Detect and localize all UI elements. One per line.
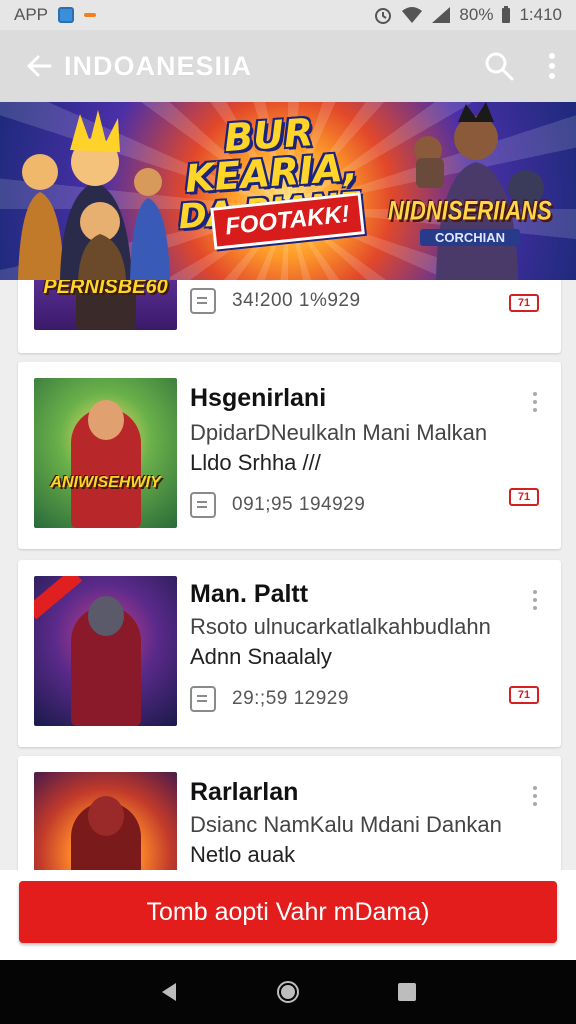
promo-banner[interactable]: BUR KEARIA, DA RIANE FOOTAKK! NIDNISERII… (0, 102, 576, 280)
system-nav-bar (0, 960, 576, 1024)
notification-dot-icon (84, 13, 97, 17)
item-badge[interactable]: 71 (509, 488, 539, 506)
alarm-icon (375, 8, 392, 24)
item-stats: 29:;59 12929 (232, 688, 349, 709)
item-description: DpidarDNeulkaln Mani Malkan (190, 420, 488, 445)
item-stats: 091;95 194929 (232, 494, 366, 515)
item-meta: 34!200 1%929 (190, 288, 361, 314)
item-meta: 091;95 194929 (190, 492, 365, 518)
document-icon (190, 288, 216, 314)
item-meta: 29:;59 12929 (190, 686, 349, 712)
item-subtitle: Netlo auak (190, 842, 296, 867)
list-item[interactable]: Rarlarlan Dsianc NamKalu Mdani Dankan Ne… (18, 756, 561, 870)
item-stats: 34!200 1%929 (232, 290, 361, 311)
more-vert-icon[interactable] (527, 786, 543, 806)
nav-back-icon[interactable] (158, 981, 180, 1003)
app-bar: INDOANESIIA (0, 30, 576, 102)
nav-recents-icon[interactable] (396, 981, 418, 1003)
app-notification-icon (58, 7, 75, 23)
item-subtitle: Lldo Srhha /// (190, 450, 321, 475)
game-list: PERNISBE60 34!200 1%929 71 ANIWISEHWIY H… (0, 280, 576, 870)
battery-icon (502, 6, 511, 23)
item-description: Rsoto ulnucarkatlalkahbudlahn (190, 614, 491, 639)
item-thumbnail: ANIWISEHWIY (34, 378, 177, 528)
list-item[interactable]: PERNISBE60 34!200 1%929 71 (18, 280, 561, 353)
document-icon (190, 686, 216, 712)
nav-home-icon[interactable] (275, 979, 301, 1005)
page-title: INDOANESIIA (64, 50, 253, 81)
item-thumbnail: PERNISBE60 (34, 280, 177, 330)
list-item[interactable]: Man. Paltt Rsoto ulnucarkatlalkahbudlahn… (18, 560, 561, 747)
item-badge[interactable]: 71 (509, 686, 539, 704)
signal-icon (432, 7, 451, 23)
clock: 1:410 (519, 5, 562, 24)
banner-right-subtitle: CORCHIAN (420, 229, 520, 246)
bottom-action-area: Tomb aopti Vahr mDama) (0, 870, 576, 960)
banner-right-title: NIDNISERIIANS (388, 195, 552, 226)
more-vert-icon[interactable] (548, 52, 556, 80)
more-vert-icon[interactable] (527, 590, 543, 610)
status-app-label: APP (14, 5, 49, 24)
item-thumbnail (34, 576, 177, 726)
wifi-icon (402, 7, 423, 23)
item-badge[interactable]: 71 (509, 294, 539, 312)
item-title: Hsgenirlani (190, 384, 327, 412)
status-bar: APP 80% 1:410 (0, 0, 576, 30)
banner-hero-right-icon (414, 102, 544, 280)
corner-ribbon (34, 576, 83, 620)
primary-action-button[interactable]: Tomb aopti Vahr mDama) (19, 881, 557, 943)
search-icon[interactable] (484, 51, 514, 81)
item-thumbnail (34, 772, 177, 870)
more-vert-icon[interactable] (527, 392, 543, 412)
document-icon (190, 492, 216, 518)
list-item[interactable]: ANIWISEHWIY Hsgenirlani DpidarDNeulkaln … (18, 362, 561, 549)
item-title: Man. Paltt (190, 580, 309, 608)
item-subtitle: Adnn Snaalaly (190, 644, 332, 669)
back-arrow-icon[interactable] (24, 51, 54, 81)
item-title: Rarlarlan (190, 778, 299, 806)
battery-percent: 80% (459, 5, 494, 24)
item-description: Dsianc NamKalu Mdani Dankan (190, 812, 502, 837)
